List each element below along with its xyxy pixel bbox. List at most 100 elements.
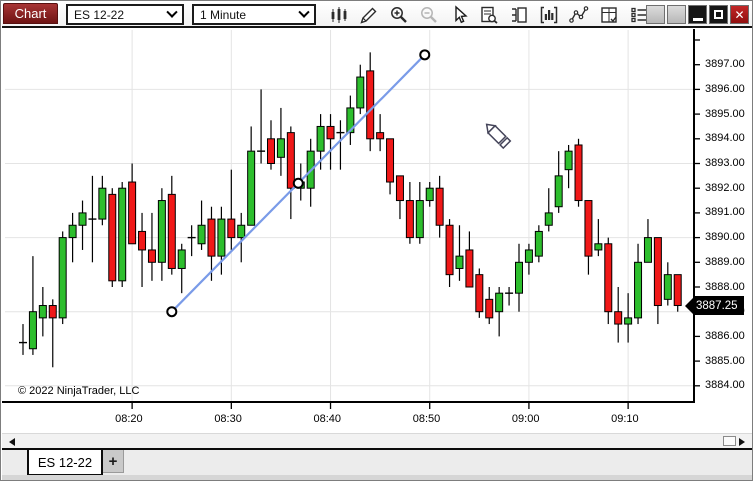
close-button[interactable]: ✕ bbox=[730, 5, 749, 24]
restore-button[interactable] bbox=[709, 5, 728, 24]
trend-line-handle[interactable] bbox=[166, 306, 178, 318]
instrument-dropdown[interactable]: ES 12-22 bbox=[66, 4, 184, 25]
candle-body bbox=[147, 249, 156, 263]
candle-body bbox=[663, 274, 672, 300]
price-axis-label: 3891.00 bbox=[705, 206, 745, 219]
chart-trader-icon[interactable] bbox=[508, 4, 530, 26]
candle-body bbox=[405, 200, 414, 239]
trend-line-handle[interactable] bbox=[419, 49, 431, 61]
interval-value: 1 Minute bbox=[200, 7, 247, 22]
candle-body bbox=[594, 243, 603, 251]
candle-body bbox=[197, 224, 206, 245]
candle-body bbox=[485, 298, 494, 319]
time-axis-label: 09:10 bbox=[611, 413, 639, 425]
minimize-button[interactable] bbox=[688, 5, 707, 24]
price-axis-label: 3894.00 bbox=[705, 132, 745, 145]
candle-body bbox=[455, 255, 464, 269]
candle-body bbox=[286, 132, 295, 189]
candle-body bbox=[128, 181, 137, 245]
candle-body bbox=[643, 237, 652, 263]
scroll-left-arrow-icon[interactable] bbox=[9, 438, 15, 446]
toolbar: Chart ES 12-22 1 Minute ✕ bbox=[2, 2, 752, 28]
price-axis-label: 3892.00 bbox=[705, 181, 745, 194]
time-axis-label: 08:20 bbox=[115, 413, 143, 425]
price-axis-label: 3896.00 bbox=[705, 82, 745, 95]
chevron-down-icon bbox=[298, 6, 310, 18]
interval-dropdown[interactable]: 1 Minute bbox=[192, 4, 316, 25]
candle-body bbox=[108, 193, 117, 282]
window-title-tab[interactable]: Chart bbox=[3, 3, 58, 24]
candle-body bbox=[177, 249, 186, 269]
candle-body bbox=[78, 212, 87, 226]
chart-window: Chart ES 12-22 1 Minute ✕ © 2022 NinjaTr… bbox=[0, 0, 753, 481]
restore-icon bbox=[714, 10, 723, 19]
add-tab-button[interactable]: + bbox=[103, 450, 124, 473]
candle-body bbox=[48, 305, 57, 319]
candle-body bbox=[564, 150, 573, 171]
price-axis-label: 3884.00 bbox=[705, 379, 745, 392]
candle-body bbox=[634, 261, 643, 319]
candle-body bbox=[306, 150, 315, 189]
strategies-grid-icon[interactable] bbox=[598, 4, 620, 26]
candle-body bbox=[604, 243, 613, 313]
candle-body bbox=[207, 218, 216, 257]
zoom-out-icon[interactable] bbox=[418, 4, 440, 26]
candle-body bbox=[376, 132, 385, 140]
price-axis-label: 3888.00 bbox=[705, 280, 745, 293]
trend-line[interactable] bbox=[171, 54, 426, 313]
pointer-cursor-icon[interactable] bbox=[448, 4, 470, 26]
candle-body bbox=[237, 224, 246, 239]
time-axis-label: 08:30 bbox=[214, 413, 242, 425]
candle-body bbox=[356, 76, 365, 109]
horizontal-scrollbar[interactable] bbox=[2, 433, 752, 448]
scrollbar-thumb[interactable] bbox=[723, 436, 736, 446]
candle-body bbox=[227, 218, 236, 239]
candle-body bbox=[217, 218, 226, 257]
window-frame bbox=[2, 475, 752, 480]
window-button-blank-2[interactable] bbox=[667, 5, 686, 24]
candle-body bbox=[58, 237, 67, 319]
candle-body bbox=[624, 317, 633, 325]
last-price-marker: 3887.25 bbox=[685, 296, 744, 315]
candle-body bbox=[386, 138, 395, 183]
scroll-right-arrow-icon[interactable] bbox=[739, 438, 745, 446]
candle-body bbox=[68, 224, 77, 239]
candle-body bbox=[544, 212, 553, 226]
candle-body bbox=[425, 187, 434, 202]
chart-style-icon[interactable] bbox=[328, 4, 350, 26]
copyright-text: © 2022 NinjaTrader, LLC bbox=[18, 385, 140, 397]
candle-body bbox=[157, 200, 166, 263]
pencil-cursor-icon bbox=[485, 123, 512, 150]
candle-body bbox=[138, 230, 147, 251]
last-price-arrow-icon bbox=[685, 296, 694, 315]
candle-body bbox=[118, 187, 127, 282]
price-axis-label: 3885.00 bbox=[705, 354, 745, 367]
price-axis-label: 3895.00 bbox=[705, 107, 745, 120]
instrument-value: ES 12-22 bbox=[74, 7, 125, 22]
candle-body bbox=[614, 311, 623, 325]
candle-body bbox=[415, 200, 424, 239]
tab-es-12-22[interactable]: ES 12-22 bbox=[27, 450, 103, 476]
candle-body bbox=[653, 237, 662, 307]
candle-body bbox=[38, 305, 47, 319]
candle-body bbox=[98, 187, 107, 220]
time-axis-label: 08:40 bbox=[313, 413, 342, 425]
candle-body bbox=[534, 230, 543, 257]
indicators-icon[interactable] bbox=[538, 4, 560, 26]
chevron-down-icon bbox=[166, 6, 178, 18]
candle-body bbox=[316, 125, 325, 152]
zoom-in-icon[interactable] bbox=[388, 4, 410, 26]
window-button-blank-1[interactable] bbox=[646, 5, 665, 24]
drawing-tools-icon[interactable] bbox=[568, 4, 590, 26]
last-price-value: 3887.25 bbox=[694, 296, 744, 315]
candle-body bbox=[395, 175, 404, 202]
candle-body bbox=[326, 125, 335, 140]
candle-body bbox=[28, 311, 37, 350]
candle-body bbox=[276, 138, 285, 158]
candle-body bbox=[574, 144, 583, 202]
trend-line-handle[interactable] bbox=[292, 177, 304, 189]
draw-pencil-icon[interactable] bbox=[358, 4, 380, 26]
candle-body bbox=[296, 181, 305, 189]
candle-body bbox=[267, 138, 275, 165]
data-box-icon[interactable] bbox=[478, 4, 500, 26]
